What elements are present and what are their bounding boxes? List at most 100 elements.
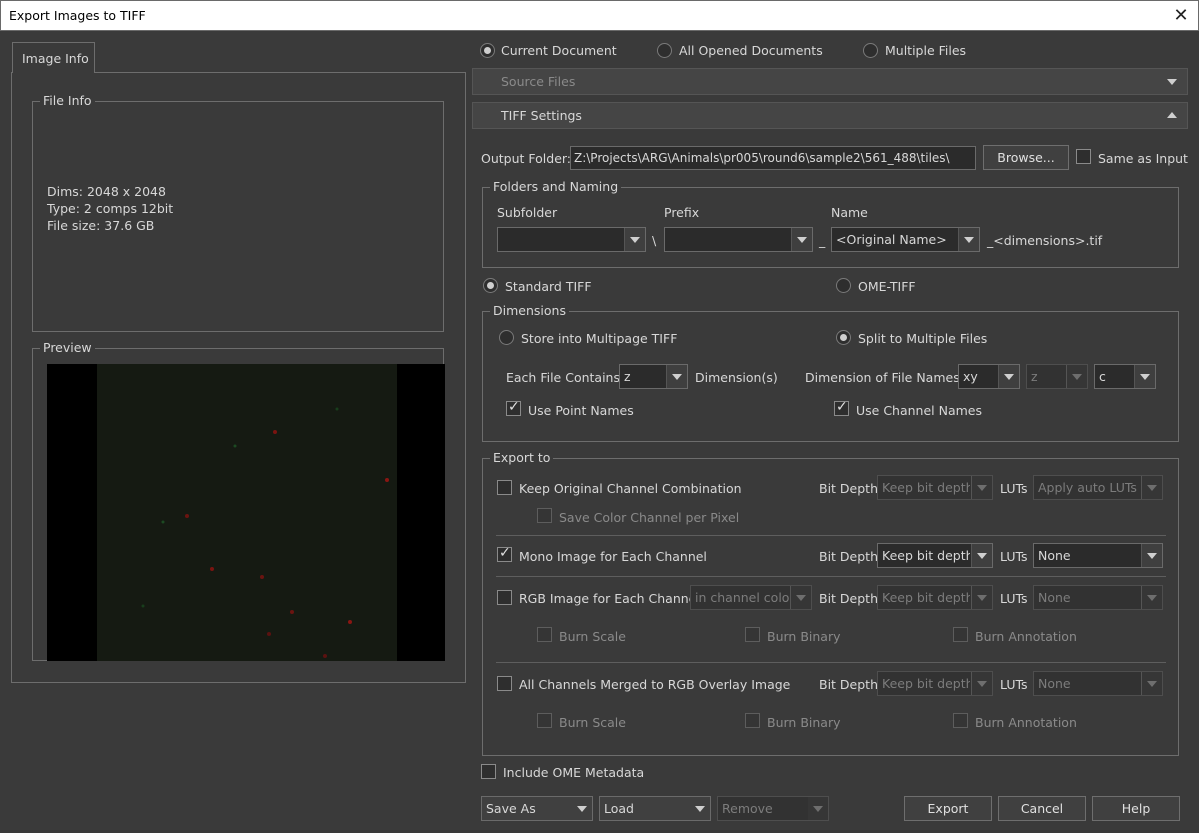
mono-bit-depth-combo[interactable]: Keep bit depth [877,543,993,568]
burn-binary-checkbox[interactable] [745,713,760,728]
preview-canvas [97,364,397,661]
cancel-button[interactable]: Cancel [998,796,1086,821]
merged-luts-combo[interactable]: None [1033,671,1163,696]
use-channel-names-checkbox[interactable] [834,399,849,416]
rgb-checkbox[interactable] [497,590,512,605]
split-files-radio[interactable] [836,330,851,345]
include-ome-label: Include OME Metadata [503,765,645,780]
bit-depth-value: Keep bit depth [882,548,970,563]
subfolder-label: Subfolder [497,205,558,220]
multiple-files-radio[interactable] [863,43,878,58]
rgb-bit-depth-combo[interactable]: Keep bit depth [877,585,993,610]
burn-annotation-checkbox[interactable] [953,627,968,642]
filename-suffix: _<dimensions>.tif [987,233,1103,248]
burn-scale-checkbox[interactable] [537,713,552,728]
include-ome-checkbox[interactable] [481,764,496,779]
file-size-text: File size: 37.6 GB [47,218,155,233]
browse-button[interactable]: Browse... [983,145,1069,170]
luts-label: LUTs [1000,591,1028,606]
output-folder-value: Z:\Projects\ARG\Animals\pr005\round6\sam… [574,151,950,165]
split-files-label: Split to Multiple Files [858,331,988,346]
mono-luts-combo[interactable]: None [1033,543,1163,568]
name-value: <Original Name> [836,232,947,247]
all-opened-documents-label: All Opened Documents [679,43,823,58]
chevron-down-icon [1141,586,1162,609]
path-separator: \ [652,233,657,248]
use-point-names-label: Use Point Names [528,403,634,418]
dim-name-combo-1[interactable]: xy [958,364,1020,389]
load-dropdown[interactable]: Load [599,796,711,821]
keep-original-checkbox[interactable] [497,480,512,495]
same-as-input-label: Same as Input [1098,151,1188,166]
store-multipage-radio[interactable] [499,330,514,345]
burn-binary-label: Burn Binary [767,715,841,730]
mono-label: Mono Image for Each Channel [519,549,707,564]
close-icon[interactable]: ✕ [1170,5,1192,27]
expand-icon [1167,79,1177,85]
type-text: Type: 2 comps 12bit [47,201,174,216]
luts-value: Apply auto LUTs [1038,480,1137,495]
all-opened-documents-radio[interactable] [657,43,672,58]
chevron-down-icon [808,797,828,820]
rgb-color-combo[interactable]: in channel color [690,585,812,610]
preview-image [47,364,445,661]
keep-original-bit-depth-combo[interactable]: Keep bit depth [877,475,993,500]
burn-annotation-label: Burn Annotation [975,715,1077,730]
dim-name-combo-2[interactable]: z [1026,364,1088,389]
keep-original-luts-combo[interactable]: Apply auto LUTs [1033,475,1163,500]
standard-tiff-radio[interactable] [483,278,498,293]
each-file-combo[interactable]: z [619,364,688,389]
save-as-label: Save As [486,801,536,816]
bit-depth-value: Keep bit depth [882,676,970,691]
use-point-names-checkbox[interactable] [506,399,521,416]
chevron-down-icon [998,365,1019,388]
chevron-down-icon [624,228,645,251]
current-document-radio[interactable] [480,43,495,58]
bit-depth-label: Bit Depth [819,481,878,496]
source-files-title: Source Files [501,74,576,89]
burn-binary-checkbox[interactable] [745,627,760,642]
chevron-down-icon [971,544,992,567]
save-color-per-pixel-checkbox[interactable] [537,508,552,523]
same-as-input-checkbox[interactable] [1076,149,1091,164]
collapse-icon [1167,112,1177,118]
luts-value: None [1038,676,1071,691]
subfolder-combo[interactable] [497,227,646,252]
remove-dropdown[interactable]: Remove [717,796,829,821]
remove-label: Remove [722,801,773,816]
output-folder-label: Output Folder: [481,151,572,166]
mono-checkbox[interactable] [497,545,512,562]
burn-annotation-checkbox[interactable] [953,713,968,728]
chevron-down-icon [1141,476,1162,499]
luts-label: LUTs [1000,677,1028,692]
title-bar: Export Images to TIFF ✕ [0,0,1199,31]
name-combo[interactable]: <Original Name> [831,227,980,252]
dim-name-2-value: z [1031,369,1038,384]
image-info-tab[interactable]: Image Info [12,42,95,73]
use-channel-names-label: Use Channel Names [856,403,983,418]
dim-name-combo-3[interactable]: c [1094,364,1156,389]
chevron-down-icon [1066,365,1087,388]
bit-depth-label: Bit Depth [819,591,878,606]
dim-name-3-value: c [1099,369,1106,384]
dims-text: Dims: 2048 x 2048 [47,184,166,199]
dim-names-label: Dimension of File Names: [805,370,964,385]
export-button[interactable]: Export [904,796,992,821]
help-button[interactable]: Help [1092,796,1180,821]
save-as-dropdown[interactable]: Save As [481,796,593,821]
divider [496,662,1166,663]
merged-checkbox[interactable] [497,676,512,691]
tiff-settings-section[interactable]: TIFF Settings [472,102,1188,129]
burn-scale-checkbox[interactable] [537,627,552,642]
rgb-luts-combo[interactable]: None [1033,585,1163,610]
chevron-down-icon [690,797,710,820]
prefix-combo[interactable] [664,227,813,252]
output-folder-input[interactable]: Z:\Projects\ARG\Animals\pr005\round6\sam… [570,146,976,170]
ome-tiff-radio[interactable] [836,278,851,293]
chevron-down-icon [1134,365,1155,388]
standard-tiff-label: Standard TIFF [505,279,592,294]
merged-bit-depth-combo[interactable]: Keep bit depth [877,671,993,696]
file-info-group [32,101,444,332]
chevron-down-icon [791,228,812,251]
source-files-section[interactable]: Source Files [472,68,1188,95]
